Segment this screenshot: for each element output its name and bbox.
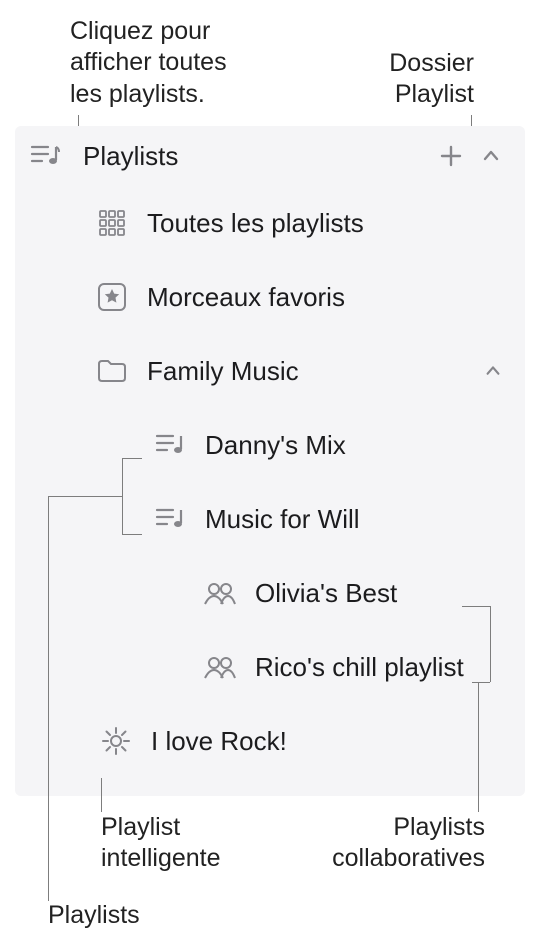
item-label: Music for Will	[205, 504, 360, 535]
collaborative-icon	[197, 581, 243, 605]
collapse-section-button[interactable]	[471, 146, 511, 166]
leader-line	[122, 458, 142, 459]
sidebar-item-playlist-rico[interactable]: Rico's chill playlist	[25, 630, 515, 704]
folder-icon	[89, 358, 135, 384]
sidebar-item-favorites[interactable]: Morceaux favoris	[25, 260, 515, 334]
add-playlist-button[interactable]	[431, 144, 471, 168]
leader-line	[101, 778, 102, 812]
collapse-folder-button[interactable]	[475, 362, 515, 380]
callout-smart: Playlist intelligente	[101, 812, 221, 875]
playlists-header[interactable]: Playlists	[15, 126, 525, 186]
item-label: Danny's Mix	[205, 430, 346, 461]
callout-collab: Playlists collaboratives	[332, 812, 485, 875]
item-label: Toutes les playlists	[147, 208, 515, 239]
sidebar-item-playlist-rock[interactable]: I love Rock!	[25, 704, 515, 778]
sidebar-item-playlist-danny[interactable]: Danny's Mix	[25, 408, 515, 482]
grid-icon	[89, 209, 135, 237]
playlists-panel: Playlists Toutes les playlists	[15, 126, 525, 796]
leader-line	[122, 534, 142, 535]
header-title: Playlists	[83, 141, 431, 172]
sidebar-item-playlist-olivia[interactable]: Olivia's Best	[25, 556, 515, 630]
item-label: Family Music	[147, 356, 475, 387]
collaborative-icon	[197, 655, 243, 679]
leader-line	[490, 606, 491, 682]
sidebar-item-folder-family[interactable]: Family Music	[25, 334, 515, 408]
leader-line	[478, 682, 479, 812]
item-label: Rico's chill playlist	[255, 652, 464, 683]
leader-line	[48, 496, 49, 901]
callout-all-playlists: Cliquez pour afficher toutes les playlis…	[70, 16, 227, 110]
callout-folder: Dossier Playlist	[389, 48, 474, 111]
item-label: I love Rock!	[151, 726, 287, 757]
sidebar-item-playlist-will[interactable]: Music for Will	[25, 482, 515, 556]
leader-line	[462, 606, 490, 607]
sidebar-item-all-playlists[interactable]: Toutes les playlists	[25, 186, 515, 260]
star-box-icon	[89, 282, 135, 312]
playlist-icon	[147, 507, 193, 531]
playlist-icon	[25, 144, 65, 168]
playlist-icon	[147, 433, 193, 457]
leader-line	[122, 458, 123, 534]
item-label: Olivia's Best	[255, 578, 397, 609]
item-label: Morceaux favoris	[147, 282, 515, 313]
leader-line	[472, 682, 490, 683]
leader-line	[48, 496, 122, 497]
callout-playlists: Playlists	[48, 900, 140, 931]
gear-icon	[93, 726, 139, 756]
